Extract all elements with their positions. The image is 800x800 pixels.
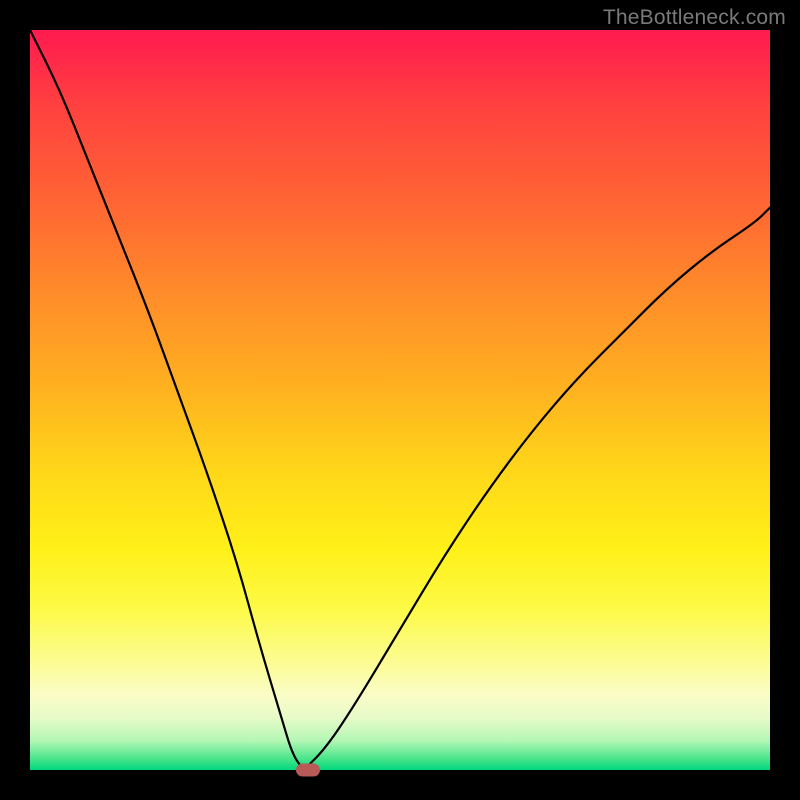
optimum-marker	[296, 764, 320, 777]
watermark-text: TheBottleneck.com	[603, 6, 786, 30]
chart-frame: TheBottleneck.com	[0, 0, 800, 800]
bottleneck-curve	[30, 30, 770, 770]
plot-area	[30, 30, 770, 770]
